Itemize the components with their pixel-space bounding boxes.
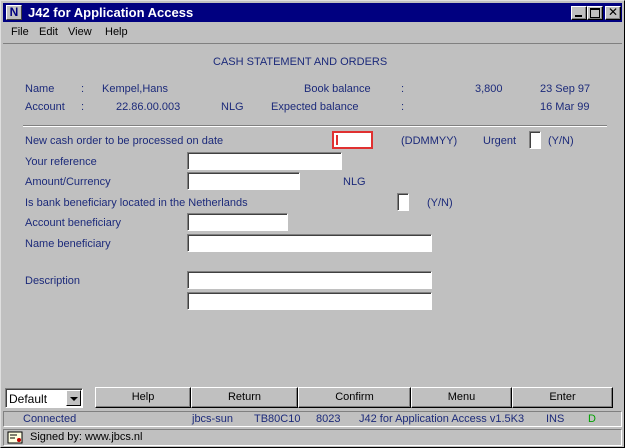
urgent-input[interactable] <box>529 131 541 149</box>
book-balance-colon: : <box>401 83 405 95</box>
account-label: Account <box>25 101 65 113</box>
account-colon: : <box>81 101 85 113</box>
menu-button[interactable]: Menu <box>411 387 512 408</box>
close-button[interactable]: ✕ <box>605 5 621 20</box>
enter-button[interactable]: Enter <box>512 387 613 408</box>
your-reference-label: Your reference <box>25 156 97 168</box>
title-bar[interactable]: N J42 for Application Access ✕ <box>3 3 622 22</box>
expected-balance-date: 16 Mar 99 <box>540 101 590 113</box>
status-bar: Connected jbcs-sun TB80C10 8023 J42 for … <box>3 411 622 427</box>
minimize-button[interactable] <box>571 6 587 20</box>
account-value: 22.86.00.003 <box>116 101 181 113</box>
status-mode: INS <box>546 413 565 425</box>
account-beneficiary-label: Account beneficiary <box>25 217 121 229</box>
expected-balance-label: Expected balance <box>271 101 359 113</box>
status-product: J42 for Application Access v1.5K3 <box>359 413 525 425</box>
status-port: 8023 <box>316 413 341 425</box>
order-date-input[interactable] <box>332 131 373 149</box>
confirm-button[interactable]: Confirm <box>298 387 411 408</box>
bank-nl-input[interactable] <box>397 193 409 211</box>
page-title: CASH STATEMENT AND ORDERS <box>213 56 388 68</box>
date-format-hint: (DDMMYY) <box>401 135 458 147</box>
certificate-icon <box>7 431 23 444</box>
urgent-label: Urgent <box>483 135 517 147</box>
amount-currency-unit: NLG <box>343 176 366 188</box>
divider <box>23 125 607 127</box>
urgent-yn-hint: (Y/N) <box>548 135 574 147</box>
window-title: J42 for Application Access <box>28 5 194 20</box>
book-balance-label: Book balance <box>304 83 371 95</box>
account-currency: NLG <box>221 101 244 113</box>
app-logo-icon[interactable]: N <box>6 5 22 20</box>
signature-bar: Signed by: www.jbcs.nl <box>3 429 622 446</box>
book-balance-value: 3,800 <box>475 83 503 95</box>
bank-nl-label: Is bank beneficiary located in the Nethe… <box>25 197 248 209</box>
menu-view[interactable]: View <box>68 26 92 38</box>
name-colon: : <box>81 83 85 95</box>
amount-input[interactable] <box>187 172 300 190</box>
bank-nl-yn-hint: (Y/N) <box>427 197 453 209</box>
name-beneficiary-label: Name beneficiary <box>25 238 111 250</box>
new-order-label: New cash order to be processed on date <box>25 135 224 147</box>
connection-status: Connected <box>23 413 77 425</box>
status-flag: D <box>588 413 596 425</box>
your-reference-input[interactable] <box>187 152 342 170</box>
amount-currency-label: Amount/Currency <box>25 176 111 188</box>
maximize-button[interactable] <box>587 6 603 20</box>
status-host: jbcs-sun <box>192 413 233 425</box>
status-terminal: TB80C10 <box>254 413 301 425</box>
menu-bar: File Edit View Help <box>3 23 622 42</box>
menu-edit[interactable]: Edit <box>39 26 58 38</box>
application-window: N J42 for Application Access ✕ File Edit… <box>0 0 625 448</box>
name-label: Name <box>25 83 55 95</box>
menu-help[interactable]: Help <box>105 26 128 38</box>
book-balance-date: 23 Sep 97 <box>540 83 591 95</box>
terminal-screen: CASH STATEMENT AND ORDERS Name : Kempel,… <box>3 43 622 386</box>
description-label: Description <box>25 275 81 287</box>
help-button[interactable]: Help <box>95 387 191 408</box>
profile-select-value: Default <box>9 392 48 406</box>
name-value: Kempel,Hans <box>102 83 169 95</box>
return-button[interactable]: Return <box>191 387 298 408</box>
account-beneficiary-input[interactable] <box>187 213 288 231</box>
menu-file[interactable]: File <box>11 26 29 38</box>
profile-select[interactable]: Default <box>5 388 83 408</box>
close-icon: ✕ <box>607 5 619 19</box>
description-input-2[interactable] <box>187 292 432 310</box>
function-key-bar: Default Help Return Confirm Menu Enter <box>3 387 622 409</box>
name-beneficiary-input[interactable] <box>187 234 432 252</box>
chevron-down-icon[interactable] <box>66 390 81 406</box>
description-input-1[interactable] <box>187 271 432 289</box>
expected-balance-colon: : <box>401 101 405 113</box>
signature-text: Signed by: www.jbcs.nl <box>30 431 143 443</box>
